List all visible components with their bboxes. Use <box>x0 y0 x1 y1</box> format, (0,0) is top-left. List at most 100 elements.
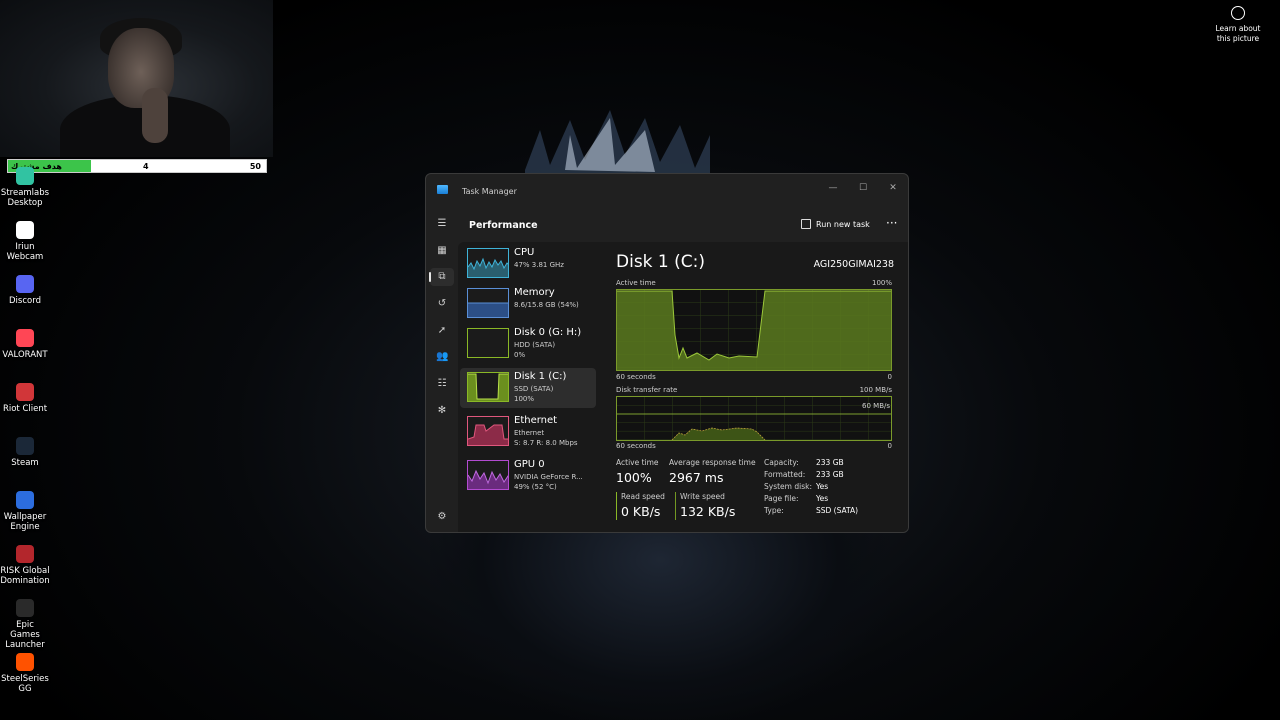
property-value: 233 GB <box>816 470 844 479</box>
desktop-icon-label: Epic Games Launcher <box>5 620 45 650</box>
app-history-icon[interactable]: ↺ <box>436 298 448 310</box>
learn-about-picture[interactable]: Learn about this picture <box>1208 6 1268 44</box>
processes-icon[interactable]: ▦ <box>436 245 448 257</box>
resource-disk-0-line2: 0% <box>514 351 526 359</box>
desktop-icon-label: Discord <box>9 296 41 306</box>
transfer-rate-graph <box>616 396 892 441</box>
disk-model: AGI250GIMAI238 <box>813 259 894 270</box>
property-key: Type: <box>764 506 784 515</box>
transfer-rate-chart <box>617 397 891 441</box>
run-task-icon <box>801 219 811 229</box>
resource-disk-1-sparkline <box>467 372 509 402</box>
resource-ethernet-line1: Ethernet <box>514 429 545 437</box>
wallpaper-figure <box>430 520 890 720</box>
resource-cpu-name: CPU <box>514 247 535 258</box>
resource-cpu-sparkline <box>467 248 509 278</box>
resource-memory[interactable]: Memory 8.6/15.8 GB (54%) <box>460 284 596 324</box>
more-options-icon[interactable]: ··· <box>886 216 897 230</box>
resource-disk-0-line1: HDD (SATA) <box>514 341 556 349</box>
desktop-icon-label: Iriun Webcam <box>6 242 44 262</box>
details-icon[interactable]: ☷ <box>436 378 448 390</box>
desktop-icon-steam[interactable]: Steam <box>0 437 50 468</box>
camera-icon <box>1231 6 1245 20</box>
header: Performance Run new task ··· <box>458 208 908 242</box>
performance-icon[interactable]: ⧉ <box>436 271 448 283</box>
resource-cpu-line1: 47% 3.81 GHz <box>514 261 564 269</box>
steelseries-icon <box>16 653 34 671</box>
resource-disk-0[interactable]: Disk 0 (G: H:) HDD (SATA) 0% <box>460 324 596 364</box>
settings-gear-icon[interactable]: ⚙ <box>436 511 448 523</box>
property-key: Page file: <box>764 494 799 503</box>
desktop-icon-riot[interactable]: Riot Client <box>0 383 50 414</box>
active-time-zero: 0 <box>887 373 892 381</box>
run-new-task-button[interactable]: Run new task <box>801 219 870 229</box>
resource-list: CPU 47% 3.81 GHz Memory 8.6/15.8 GB (54%) Di… <box>458 242 598 532</box>
run-new-task-label: Run new task <box>816 219 870 229</box>
desktop-icon-label: SteelSeries GG <box>1 674 49 694</box>
disk-title: Disk 1 (C:) <box>616 252 706 272</box>
desktop-icon-discord[interactable]: Discord <box>0 275 50 306</box>
desktop-icon-epic[interactable]: Epic Games Launcher <box>0 599 50 650</box>
valorant-icon <box>16 329 34 347</box>
transfer-zero: 0 <box>887 442 892 450</box>
minimize-button[interactable]: — <box>823 180 843 196</box>
close-button[interactable]: ✕ <box>883 180 903 196</box>
stat-write-label: Write speed <box>680 492 725 501</box>
property-value: Yes <box>816 482 829 491</box>
property-key: Capacity: <box>764 458 799 467</box>
transfer-graph-label: Disk transfer rate <box>616 386 678 394</box>
task-manager-window: Task Manager — ☐ ✕ ☰ ▦ ⧉ ↺ ➚ 👥 ☷ ✻ ⚙ Per… <box>425 173 909 533</box>
resource-gpu-0[interactable]: GPU 0 NVIDIA GeForce R... 49% (52 °C) <box>460 456 596 496</box>
resource-gpu-0-sparkline <box>467 460 509 490</box>
users-icon[interactable]: 👥 <box>436 351 448 363</box>
nav-rail: ☰ ▦ ⧉ ↺ ➚ 👥 ☷ ✻ ⚙ <box>426 208 458 532</box>
stat-read-label: Read speed <box>621 492 665 501</box>
steam-icon <box>16 437 34 455</box>
resource-memory-sparkline <box>467 288 509 318</box>
desktop-icon-label: Streamlabs Desktop <box>0 188 50 208</box>
resource-disk-1-name: Disk 1 (C:) <box>514 371 567 382</box>
services-icon[interactable]: ✻ <box>436 405 448 417</box>
wallpaper-engine-icon <box>16 491 34 509</box>
desktop-icon-label: Riot Client <box>2 404 48 414</box>
risk-icon <box>16 545 34 563</box>
resource-disk-1[interactable]: Disk 1 (C:) SSD (SATA) 100% <box>460 368 596 408</box>
desktop-icon-risk[interactable]: RISK Global Domination <box>0 545 50 586</box>
desktop-icon-label: VALORANT <box>2 350 48 360</box>
window-title: Task Manager <box>462 187 517 196</box>
resource-memory-line1: 8.6/15.8 GB (54%) <box>514 301 579 309</box>
maximize-button[interactable]: ☐ <box>853 180 873 196</box>
title-bar[interactable]: Task Manager — ☐ ✕ <box>426 174 908 208</box>
hamburger-menu-icon[interactable]: ☰ <box>436 218 448 230</box>
startup-apps-icon[interactable]: ➚ <box>436 325 448 337</box>
property-value: SSD (SATA) <box>816 506 859 515</box>
webcam-icon <box>16 221 34 239</box>
desktop-icon-label: Wallpaper Engine <box>3 512 47 532</box>
transfer-seconds: 60 seconds <box>616 442 656 450</box>
resource-disk-1-line2: 100% <box>514 395 535 403</box>
property-key: Formatted: <box>764 470 806 479</box>
stat-active-time-value: 100% <box>616 470 652 485</box>
active-time-max: 100% <box>871 279 892 287</box>
active-time-seconds: 60 seconds <box>616 373 656 381</box>
resource-ethernet[interactable]: Ethernet Ethernet S: 8.7 R: 8.0 Mbps <box>460 412 596 452</box>
active-time-graph-label: Active time <box>616 279 656 287</box>
disk-detail-panel: Disk 1 (C:) AGI250GIMAI238 Active time 1… <box>616 242 896 532</box>
desktop-icon-streamlabs[interactable]: Streamlabs Desktop <box>0 167 50 208</box>
desktop-icon-label: RISK Global Domination <box>0 566 50 586</box>
desktop-icon-steelseries[interactable]: SteelSeries GG <box>0 653 50 694</box>
page-title: Performance <box>469 220 538 231</box>
streamlabs-icon <box>16 167 34 185</box>
resource-cpu[interactable]: CPU 47% 3.81 GHz <box>460 244 596 284</box>
active-time-graph <box>616 289 892 371</box>
wallpaper-crown <box>525 110 710 180</box>
stat-write-value: 132 KB/s <box>680 504 736 519</box>
stat-read-value: 0 KB/s <box>621 504 661 519</box>
resource-disk-1-line1: SSD (SATA) <box>514 385 554 393</box>
resource-ethernet-line2: S: 8.7 R: 8.0 Mbps <box>514 439 578 447</box>
desktop-icon-valorant[interactable]: VALORANT <box>0 329 50 360</box>
desktop-icon-webcam[interactable]: Iriun Webcam <box>0 221 50 262</box>
resource-gpu-0-name: GPU 0 <box>514 459 545 470</box>
desktop-icon-wallpaper-engine[interactable]: Wallpaper Engine <box>0 491 50 532</box>
property-value: Yes <box>816 494 829 503</box>
